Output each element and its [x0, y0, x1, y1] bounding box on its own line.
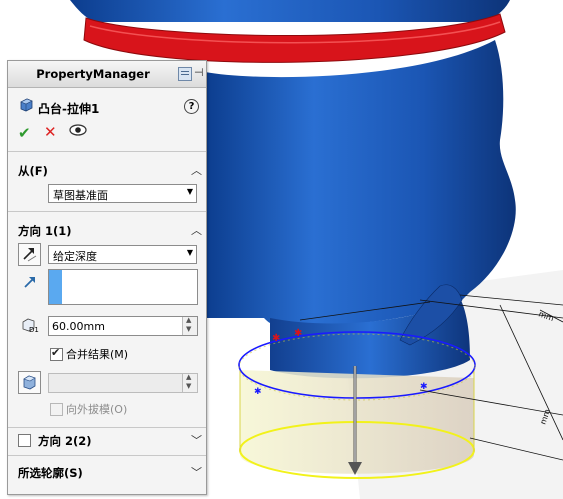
selected-contours-section-label[interactable]: 所选轮廓(S): [18, 465, 83, 481]
depth-spinner[interactable]: [182, 316, 197, 335]
help-icon[interactable]: ?: [184, 99, 199, 114]
direction2-section-label[interactable]: 方向 2(2): [38, 433, 92, 449]
draft-outward-checkbox: [50, 403, 63, 416]
end-condition-select[interactable]: 给定深度 ▼: [48, 245, 197, 264]
from-start-condition-select[interactable]: 草图基准面 ▼: [48, 184, 197, 203]
reverse-direction-icon: [23, 248, 37, 262]
svg-text:D1: D1: [29, 326, 39, 334]
svg-text:✱: ✱: [294, 328, 302, 339]
dropdown-arrow-icon[interactable]: ▼: [187, 187, 193, 196]
draft-outward-label: 向外拔模(O): [66, 403, 128, 416]
ok-check-icon[interactable]: ✔: [18, 124, 31, 142]
from-section-label[interactable]: 从(F): [18, 163, 48, 179]
direction-reference-selection-box[interactable]: [48, 269, 198, 305]
separator: [8, 211, 206, 212]
depth-value: 60.00mm: [52, 320, 105, 333]
chevron-up-icon[interactable]: ︿: [191, 162, 202, 178]
draft-angle-input: [48, 373, 198, 393]
draft-icon: [23, 375, 36, 390]
separator: [8, 455, 206, 456]
chevron-down-icon[interactable]: ﹀: [191, 464, 202, 480]
panel-menu-icon[interactable]: [178, 67, 192, 81]
from-select-value: 草图基准面: [53, 189, 108, 202]
chevron-down-icon[interactable]: ﹀: [191, 432, 202, 448]
end-condition-value: 给定深度: [53, 250, 97, 263]
merge-result-checkbox[interactable]: [50, 346, 63, 361]
merge-result-label[interactable]: 合并结果(M): [66, 346, 128, 362]
boss-extrude-icon: [20, 98, 33, 112]
bottle-body: [205, 40, 516, 326]
direction1-section-label[interactable]: 方向 1(1): [18, 223, 72, 239]
direction-vector-icon: [24, 277, 35, 288]
reverse-direction-button[interactable]: [18, 243, 41, 266]
depth-input[interactable]: 60.00mm: [48, 316, 198, 336]
separator: [8, 427, 206, 428]
pin-icon[interactable]: ⊣: [194, 66, 204, 79]
selection-active-indicator: [49, 270, 62, 304]
svg-text:✱: ✱: [254, 387, 262, 397]
chevron-up-icon[interactable]: ︿: [191, 222, 202, 238]
preview-eye-icon[interactable]: [68, 123, 88, 137]
property-manager-panel: PropertyManager ⊣ 凸台-拉伸1 ? ✔ ✕ 从(F) ︿ 草图…: [7, 60, 207, 495]
cancel-x-icon[interactable]: ✕: [44, 123, 57, 141]
direction2-checkbox[interactable]: [18, 434, 31, 447]
draft-angle-spinner: [182, 373, 197, 392]
panel-title: PropertyManager: [36, 67, 150, 81]
top-dome: [70, 0, 510, 22]
feature-name: 凸台-拉伸1: [38, 102, 100, 116]
draft-toggle-button[interactable]: [18, 371, 41, 394]
dropdown-arrow-icon[interactable]: ▼: [187, 248, 193, 257]
depth-icon: D1: [22, 318, 39, 334]
separator: [8, 151, 206, 152]
panel-header: PropertyManager ⊣: [8, 61, 206, 88]
svg-text:✱: ✱: [272, 333, 280, 344]
